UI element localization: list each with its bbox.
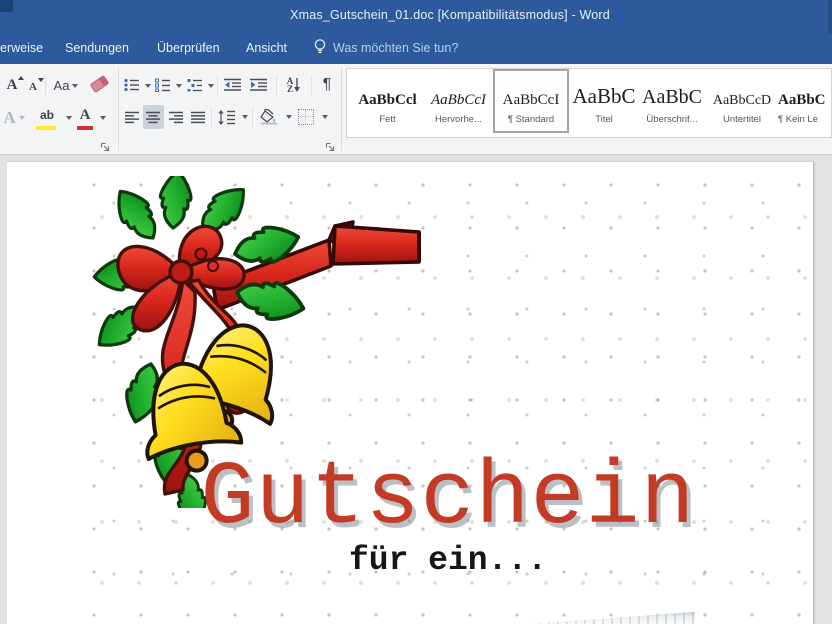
divider xyxy=(276,75,277,97)
chevron-down-icon xyxy=(286,115,292,119)
group-separator xyxy=(118,67,119,151)
group-separator xyxy=(341,67,342,151)
chevron-down-icon xyxy=(322,115,328,119)
align-center-icon xyxy=(146,111,161,124)
multilevel-list-button[interactable] xyxy=(185,74,205,96)
document-page[interactable]: Gutschein für ein... xyxy=(7,162,813,624)
divider xyxy=(252,107,253,129)
divider xyxy=(211,107,212,129)
window-title: Xmas_Gutschein_01.doc [Kompatibilitätsmo… xyxy=(34,8,832,22)
voucher-title-text: Gutschein xyxy=(83,452,813,547)
shading-button[interactable] xyxy=(257,105,281,129)
style-kein-leerraum[interactable]: AaBbC ¶ Kein Le xyxy=(778,71,832,133)
borders-dropdown[interactable] xyxy=(318,107,328,127)
font-color-button[interactable]: A xyxy=(74,105,96,131)
change-case-button[interactable]: Aa xyxy=(50,74,82,97)
font-color-dropdown[interactable] xyxy=(96,107,106,129)
align-center-button[interactable] xyxy=(143,105,164,129)
tab-ueberpruefen[interactable]: Überprüfen xyxy=(149,33,228,64)
paragraph-dialog-launcher[interactable] xyxy=(325,142,336,153)
clear-formatting-button[interactable] xyxy=(88,72,110,95)
tab-ansicht[interactable]: Ansicht xyxy=(238,33,295,64)
bullet-list-dropdown[interactable] xyxy=(141,76,151,96)
align-right-button[interactable] xyxy=(166,106,186,128)
font-color-bar xyxy=(77,126,93,130)
font-dialog-launcher[interactable] xyxy=(100,142,111,153)
text-highlight-button[interactable]: ab xyxy=(34,105,60,131)
align-left-icon xyxy=(125,111,140,124)
ribbon: A A Aa A ab A xyxy=(0,64,832,155)
tellme-box[interactable]: Was möchten Sie tun? xyxy=(313,33,458,64)
chevron-down-icon xyxy=(100,116,106,120)
style-untertitel[interactable]: AaBbCcD Untertitel xyxy=(708,71,776,133)
eraser-icon xyxy=(89,75,109,93)
multilevel-list-dropdown[interactable] xyxy=(204,76,214,96)
text-effects-button[interactable]: A xyxy=(2,105,26,131)
line-spacing-dropdown[interactable] xyxy=(238,107,248,127)
shrink-font-arrow-icon xyxy=(38,78,44,82)
grow-font-button[interactable]: A xyxy=(2,74,22,97)
style-fett[interactable]: AaBbCcl Fett xyxy=(352,71,423,133)
styles-gallery: AaBbCcl Fett AaBbCcI Hervorhe... AaBbCcI… xyxy=(346,68,832,138)
line-spacing-button[interactable] xyxy=(215,105,239,129)
chevron-down-icon xyxy=(242,115,248,119)
sort-button[interactable]: A Z xyxy=(281,72,307,97)
ribbon-tab-bar: erweise Sendungen Überprüfen Ansicht Was… xyxy=(0,33,832,64)
shrink-font-button[interactable]: A xyxy=(24,76,42,97)
divider xyxy=(311,75,312,97)
style-hervorhebung[interactable]: AaBbCcI Hervorhe... xyxy=(426,71,491,133)
chevron-down-icon xyxy=(72,84,78,88)
chevron-down-icon xyxy=(145,84,151,88)
highlight-color-bar xyxy=(36,126,56,130)
increase-indent-icon xyxy=(250,78,268,92)
chevron-down-icon xyxy=(176,84,182,88)
chevron-down-icon xyxy=(208,84,214,88)
numbered-list-dropdown[interactable] xyxy=(172,76,182,96)
align-left-button[interactable] xyxy=(122,106,142,128)
voucher-background-image: Gutschein für ein... xyxy=(83,176,813,624)
sort-arrow-icon xyxy=(293,77,301,93)
decrease-indent-button[interactable] xyxy=(221,74,245,96)
title-bar: Xmas_Gutschein_01.doc [Kompatibilitätsmo… xyxy=(0,0,832,33)
window-corner-fragment xyxy=(0,0,13,12)
borders-button[interactable] xyxy=(295,105,317,129)
style-standard[interactable]: AaBbCcI ¶ Standard xyxy=(493,69,569,133)
increase-indent-button[interactable] xyxy=(247,74,271,96)
chevron-down-icon xyxy=(19,116,25,120)
envelope-corner-image xyxy=(503,610,695,624)
tab-sendungen[interactable]: Sendungen xyxy=(57,33,137,64)
line-spacing-icon xyxy=(218,110,236,125)
paint-bucket-icon xyxy=(259,109,279,126)
align-right-icon xyxy=(169,111,184,124)
divider xyxy=(217,75,218,97)
style-ueberschrift[interactable]: AaBbC Überschrif... xyxy=(638,71,706,133)
style-titel[interactable]: AaBbC Titel xyxy=(572,71,636,133)
lightbulb-icon xyxy=(313,38,327,56)
shading-dropdown[interactable] xyxy=(282,107,292,127)
justify-button[interactable] xyxy=(188,106,208,128)
voucher-subtitle-text: für ein... xyxy=(83,542,813,579)
divider xyxy=(45,75,46,97)
bullet-list-button[interactable] xyxy=(122,74,142,96)
bullet-list-icon xyxy=(124,78,140,92)
tab-verweise[interactable]: erweise xyxy=(0,33,51,64)
highlight-dropdown[interactable] xyxy=(62,107,72,129)
show-paragraph-marks-button[interactable]: ¶ xyxy=(316,72,338,97)
decrease-indent-icon xyxy=(224,78,242,92)
justify-icon xyxy=(191,111,206,124)
numbered-list-button[interactable] xyxy=(153,74,173,96)
borders-icon xyxy=(298,109,314,125)
chevron-down-icon xyxy=(66,116,72,120)
tellme-label: Was möchten Sie tun? xyxy=(333,41,458,55)
document-area[interactable]: Gutschein für ein... xyxy=(0,155,832,624)
numbered-list-icon xyxy=(155,78,171,92)
multilevel-list-icon xyxy=(187,78,203,92)
